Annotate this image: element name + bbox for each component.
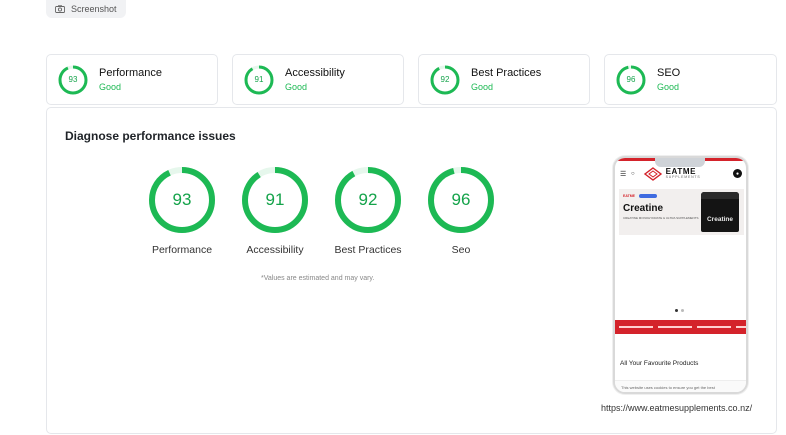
banner-brand: EATME xyxy=(623,194,635,198)
section-heading: All Your Favourite Products xyxy=(620,360,699,367)
card-status: Good xyxy=(99,82,122,92)
score-card-accessibility[interactable]: 91 Accessibility Good xyxy=(232,54,404,105)
phone-notch xyxy=(655,158,705,167)
score-value: 92 xyxy=(440,75,450,84)
gauge-label: Performance xyxy=(151,244,213,256)
card-title: SEO xyxy=(657,67,681,79)
score-value: 91 xyxy=(254,75,264,84)
screenshot-tab-label: Screenshot xyxy=(71,4,117,14)
gauge-value: 96 xyxy=(451,190,471,209)
logo-diamond-icon xyxy=(643,167,662,181)
card-title: Accessibility xyxy=(285,67,345,79)
camera-icon xyxy=(55,5,65,13)
site-logo: EATME SUPPLEMENTS xyxy=(643,167,701,181)
product-tub-image: Creatine xyxy=(701,192,739,232)
carousel-dots xyxy=(675,309,684,312)
score-card-performance[interactable]: 93 Performance Good xyxy=(46,54,218,105)
score-ring: 92 xyxy=(429,64,461,96)
gauge-value: 93 xyxy=(172,190,192,209)
gauge-best-practices: 92 Best Practices xyxy=(326,165,410,256)
page-url: https://www.eatmesupplements.co.nz/ xyxy=(601,403,753,413)
gauge-value: 91 xyxy=(265,190,285,209)
cookie-banner: This website uses cookies to ensure you … xyxy=(615,380,746,392)
promo-ticker xyxy=(615,320,746,334)
card-status: Good xyxy=(657,82,680,92)
hero-banner: EATME Creatine CREATINE MONOHYDRATE & UL… xyxy=(619,189,744,235)
score-value: 93 xyxy=(68,75,78,84)
gauge-seo: 96 Seo xyxy=(419,165,503,256)
card-status: Good xyxy=(471,82,494,92)
score-card-best-practices[interactable]: 92 Best Practices Good xyxy=(418,54,590,105)
logo-sub-text: SUPPLEMENTS xyxy=(665,175,701,180)
gauge-label: Best Practices xyxy=(334,244,402,256)
gauge-label: Accessibility xyxy=(246,244,304,256)
score-card-seo[interactable]: 96 SEO Good xyxy=(604,54,777,105)
score-ring: 91 xyxy=(243,64,275,96)
panel-title: Diagnose performance issues xyxy=(65,129,236,143)
score-ring: 93 xyxy=(57,64,89,96)
gauge-accessibility: 91 Accessibility xyxy=(233,165,317,256)
gauge-value: 92 xyxy=(358,190,378,209)
banner-heading: Creatine xyxy=(623,203,664,214)
gauge-performance: 93 Performance xyxy=(140,165,224,256)
card-title: Best Practices xyxy=(471,67,542,79)
cart-icon: ● xyxy=(733,169,742,178)
score-value: 96 xyxy=(626,75,636,84)
estimate-note: *Values are estimated and may vary. xyxy=(261,275,375,282)
banner-pill xyxy=(639,194,657,198)
score-ring: 96 xyxy=(615,64,647,96)
search-icon: ○ xyxy=(631,171,635,177)
card-title: Performance xyxy=(99,67,162,79)
diagnose-panel: Diagnose performance issues 93 Performan… xyxy=(46,107,777,434)
banner-subtext: CREATINE MONOHYDRATE & ULTRA SUPPLEMENTS xyxy=(623,216,699,220)
mobile-screenshot-preview: ☰ ○ EATME SUPPLEMENTS ● EATME Creatine C… xyxy=(613,156,748,394)
gauge-label: Seo xyxy=(451,244,471,256)
screenshot-tab[interactable]: Screenshot xyxy=(46,0,126,18)
product-tub-text: Creatine xyxy=(706,216,733,223)
hamburger-menu-icon: ☰ xyxy=(620,171,627,178)
card-status: Good xyxy=(285,82,308,92)
